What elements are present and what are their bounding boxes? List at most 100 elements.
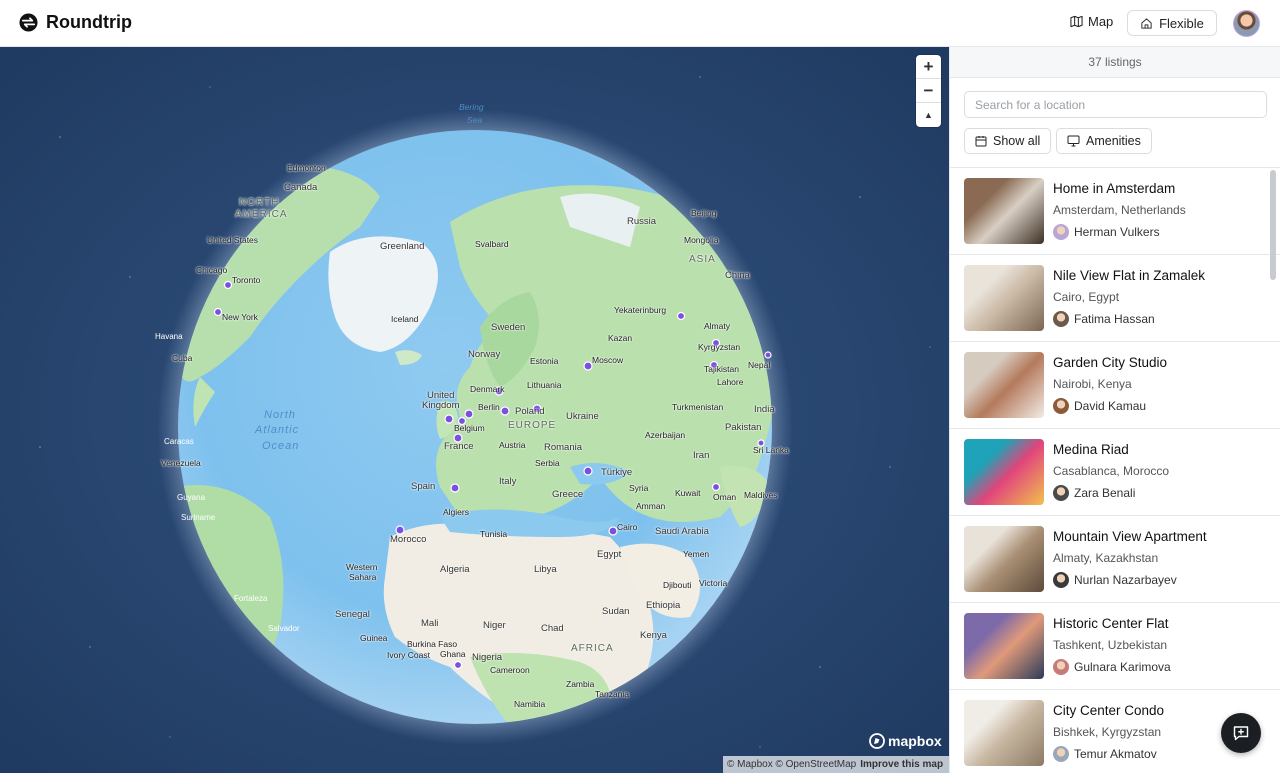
map-place-label: Cuba — [172, 353, 193, 363]
listing-location: Almaty, Kazakhstan — [1053, 551, 1159, 565]
zoom-in-button[interactable]: + — [916, 55, 941, 79]
map-place-label: Senegal — [335, 609, 370, 620]
listing-thumbnail[interactable] — [964, 178, 1044, 244]
mapbox-icon — [869, 733, 885, 749]
listing-item[interactable]: Historic Center Flat Tashkent, Uzbekista… — [950, 603, 1280, 690]
host-avatar — [1053, 224, 1069, 240]
listing-item[interactable]: Garden City Studio Nairobi, Kenya David … — [950, 342, 1280, 429]
map-place-label: Svalbard — [475, 239, 509, 249]
host-avatar — [1053, 311, 1069, 327]
location-search-input[interactable] — [964, 91, 1267, 118]
map-place-label: Oman — [713, 492, 737, 502]
map-place-label: Guinea — [360, 633, 388, 643]
listing-host: Herman Vulkers — [1053, 224, 1160, 240]
host-avatar — [1053, 746, 1069, 762]
listing-title[interactable]: Mountain View Apartment — [1053, 529, 1207, 544]
map-place-label: Mali — [421, 618, 439, 629]
reset-north-button[interactable]: ▲ — [916, 103, 941, 127]
listing-host: Zara Benali — [1053, 485, 1135, 501]
listing-title[interactable]: Medina Riad — [1053, 442, 1129, 457]
map-place-label: Chad — [541, 623, 564, 634]
map-place-label: Ocean — [262, 440, 300, 452]
listing-thumbnail[interactable] — [964, 352, 1044, 418]
zoom-out-button[interactable]: − — [916, 79, 941, 103]
map-place-label: Sweden — [491, 322, 526, 333]
map-place-label: Azerbaijan — [645, 430, 686, 440]
map-view-button[interactable]: Map — [1070, 14, 1113, 29]
host-name: Fatima Hassan — [1074, 312, 1155, 326]
map-place-label: Algeria — [440, 564, 470, 575]
globe[interactable] — [0, 47, 949, 773]
listing-host: David Kamau — [1053, 398, 1146, 414]
improve-map-link[interactable]: Improve this map — [860, 759, 943, 770]
listing-location: Amsterdam, Netherlands — [1053, 203, 1186, 217]
listing-thumbnail[interactable] — [964, 439, 1044, 505]
listing-thumbnail[interactable] — [964, 265, 1044, 331]
map-marker — [223, 280, 233, 290]
listing-title[interactable]: Garden City Studio — [1053, 355, 1167, 370]
map-place-label: Sri Lanka — [753, 445, 789, 455]
map-place-label: Namibia — [514, 699, 546, 709]
attribution-text[interactable]: © Mapbox © OpenStreetMap — [727, 759, 856, 770]
listing-item[interactable]: Medina Riad Casablanca, Morocco Zara Ben… — [950, 429, 1280, 516]
map-place-label: Lahore — [717, 377, 744, 387]
listing-scrollbar[interactable] — [1270, 170, 1276, 280]
listing-item[interactable]: Mountain View Apartment Almaty, Kazakhst… — [950, 516, 1280, 603]
user-avatar[interactable] — [1233, 10, 1260, 37]
map-place-label: Greenland — [380, 241, 425, 252]
listing-item[interactable]: Nile View Flat in Zamalek Cairo, Egypt F… — [950, 255, 1280, 342]
map-marker — [583, 466, 593, 476]
map-place-label: Niger — [483, 620, 506, 631]
map-place-label: Caracas — [164, 437, 194, 446]
map-marker — [213, 307, 223, 317]
listing-title[interactable]: Home in Amsterdam — [1053, 181, 1175, 196]
map-marker — [450, 483, 460, 493]
listing-thumbnail[interactable] — [964, 700, 1044, 766]
show-all-button[interactable]: Show all — [964, 128, 1052, 154]
map-place-label: Mongolia — [684, 235, 719, 245]
map-place-label: Türkiye — [601, 467, 633, 478]
map-place-label: Syria — [629, 483, 649, 493]
map-place-label: Tanzania — [595, 689, 630, 699]
listing-location: Bishkek, Kyrgyzstan — [1053, 725, 1162, 739]
listing-thumbnail[interactable] — [964, 613, 1044, 679]
listing-title[interactable]: Nile View Flat in Zamalek — [1053, 268, 1205, 283]
listing-location: Cairo, Egypt — [1053, 290, 1120, 304]
map-place-label: New York — [222, 312, 258, 322]
listings-count: 37 listings — [950, 47, 1280, 78]
listing-title[interactable]: City Center Condo — [1053, 703, 1164, 718]
listing-item[interactable]: Home in Amsterdam Amsterdam, Netherlands… — [950, 168, 1280, 255]
map-place-label: Suriname — [181, 513, 216, 522]
map-place-label: AMERICA — [235, 209, 288, 220]
flexible-button[interactable]: Flexible — [1127, 10, 1217, 36]
map-place-label: Almaty — [704, 321, 730, 331]
map-place-label: Poland — [515, 406, 545, 417]
map-place-label: Amman — [636, 501, 666, 511]
host-name: Temur Akmatov — [1074, 747, 1157, 761]
brand[interactable]: Roundtrip — [19, 12, 132, 33]
map-marker — [676, 311, 686, 321]
map-area[interactable]: Bering Sea Edmonton Canada NORTH AMERICA Unite… — [0, 47, 949, 773]
host-name: Nurlan Nazarbayev — [1074, 573, 1177, 587]
map-place-label: AFRICA — [571, 643, 614, 654]
map-place-label: Djibouti — [663, 580, 692, 590]
map-place-label: NORTH — [239, 197, 280, 208]
listing-thumbnail[interactable] — [964, 526, 1044, 592]
map-place-label: Algiers — [443, 507, 469, 517]
host-avatar — [1053, 398, 1069, 414]
show-all-label: Show all — [993, 134, 1041, 148]
listing-host: Fatima Hassan — [1053, 311, 1155, 327]
amenities-button[interactable]: Amenities — [1056, 128, 1152, 154]
map-place-label: Egypt — [597, 549, 622, 560]
map-place-label: Turkmenistan — [672, 402, 724, 412]
new-message-button[interactable] — [1221, 713, 1261, 753]
mapbox-logo[interactable]: mapbox — [869, 733, 942, 749]
map-place-label: Chicago — [196, 265, 228, 275]
host-avatar — [1053, 572, 1069, 588]
listing-title[interactable]: Historic Center Flat — [1053, 616, 1169, 631]
map-place-label: Sudan — [602, 606, 630, 617]
map-place-label: Saudi Arabia — [655, 526, 709, 537]
map-place-label: Berlin — [478, 402, 500, 412]
map-place-label: Kazan — [608, 333, 633, 343]
listing-location: Casablanca, Morocco — [1053, 464, 1170, 478]
